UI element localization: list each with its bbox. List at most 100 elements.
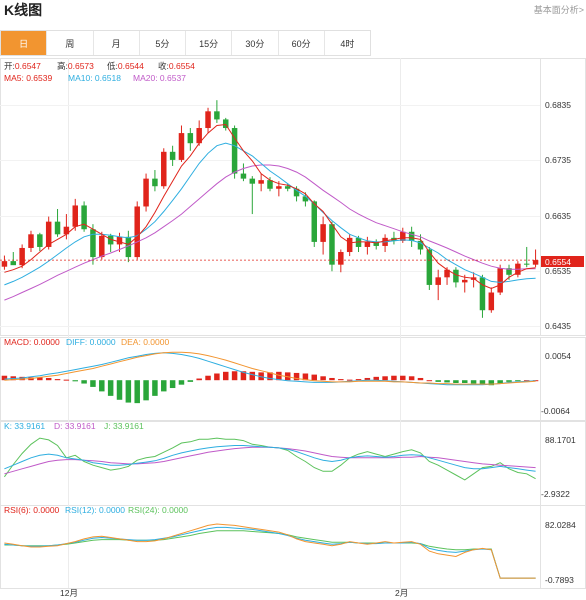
candle-body (152, 178, 158, 187)
candle-body (329, 224, 335, 265)
macd-bar (196, 378, 202, 381)
price-panel (0, 100, 540, 318)
macd-bar (222, 371, 229, 381)
macd-bar (125, 380, 132, 403)
macd-bar (346, 379, 353, 381)
macd-bar (506, 380, 512, 382)
legend-d: D: 33.9161 (54, 421, 96, 431)
macd-bar (1, 375, 8, 381)
macd-panel (1, 351, 539, 404)
candle-body (116, 236, 123, 245)
candle-body (258, 180, 264, 184)
candle-body (488, 292, 495, 311)
candle-body (214, 111, 220, 120)
panel-frame (0, 58, 586, 336)
legend-dea: DEA: 0.0000 (121, 337, 169, 347)
macd-bar (462, 380, 468, 383)
candle-body (19, 247, 25, 266)
macd-bar (116, 380, 123, 400)
legend-ma20: MA20: 0.6537 (133, 73, 186, 83)
legend-ma5: MA5: 0.6539 (4, 73, 52, 83)
macd-bar (426, 380, 433, 382)
macd-bar (417, 377, 424, 381)
legend-close: 收:0.6554 (158, 61, 195, 71)
macd-bar (320, 376, 326, 381)
candle-body (161, 151, 167, 187)
panel-frame (0, 505, 586, 589)
macd-bar (391, 375, 397, 381)
macd-tick: 0.0054 (545, 351, 571, 361)
candle-body (284, 186, 291, 189)
candle-body (462, 279, 468, 283)
macd-bar (231, 371, 238, 381)
kline-chart[interactable]: 开:0.6547 高:0.6573 低:0.6544 收:0.6554 MA5:… (0, 0, 586, 600)
macd-bar (214, 373, 220, 381)
legend-macd: MACD: 0.0000 (4, 337, 60, 347)
price-tick: 0.6735 (545, 155, 571, 165)
kdj-tick: -2.9322 (541, 489, 570, 499)
legend-rsi24: RSI(24): 0.0000 (128, 505, 188, 515)
panel-frame (0, 337, 586, 421)
legend-k: K: 33.9161 (4, 421, 45, 431)
candle-body (523, 263, 530, 265)
rsi-tick: 82.0284 (545, 520, 576, 530)
candle-body (178, 133, 185, 160)
legend-diff: DIFF: 0.0000 (66, 337, 116, 347)
legend-ma10: MA10: 0.6518 (68, 73, 121, 83)
candle-body (28, 234, 34, 248)
macd-bar (169, 380, 176, 389)
kdj-tick: 88.1701 (545, 435, 576, 445)
candle-body (90, 229, 96, 258)
candle-body (364, 241, 371, 247)
macd-bar (515, 380, 521, 382)
candle-body (435, 277, 441, 285)
candle-body (497, 268, 503, 293)
candle-body (1, 261, 8, 267)
candle-body (408, 231, 415, 241)
macd-bar (470, 380, 477, 384)
candle-body (240, 173, 247, 179)
legend-rsi6: RSI(6): 0.0000 (4, 505, 60, 515)
legend-high: 高:0.6573 (57, 61, 94, 71)
macd-bar (107, 380, 114, 396)
legend-low: 低:0.6544 (107, 61, 144, 71)
kdj-panel (3, 437, 536, 481)
legend-rsi12: RSI(12): 0.0000 (65, 505, 125, 515)
candle-body (187, 133, 194, 144)
price-tick: 0.6535 (545, 266, 571, 276)
macd-bar (453, 380, 459, 383)
macd-bar (444, 380, 450, 383)
candle-body (311, 201, 318, 242)
macd-bar (63, 379, 70, 381)
candle-body (453, 269, 459, 283)
macd-bar (355, 379, 362, 381)
price-tick: 0.6435 (545, 321, 571, 331)
candle-body (205, 111, 211, 129)
kdj-k-line (4, 445, 536, 472)
macd-bar (161, 380, 167, 392)
macd-bar (435, 380, 441, 382)
candle-body (249, 178, 256, 184)
candle-body (302, 196, 309, 202)
kdj-j-line (3, 437, 536, 481)
candle-body (346, 237, 353, 253)
macd-bar (338, 379, 344, 381)
macd-bar (72, 380, 78, 382)
macd-bar (134, 380, 140, 404)
macd-bar (205, 375, 211, 381)
macd-bar (54, 379, 61, 381)
macd-bar (373, 376, 379, 381)
macd-bar (45, 377, 52, 381)
macd-bar (99, 380, 105, 392)
candle-body (99, 235, 105, 258)
candle-body (134, 206, 140, 258)
macd-bar (152, 380, 158, 396)
macd-bar (311, 374, 318, 381)
macd-bar (400, 375, 406, 381)
candle-body (479, 277, 486, 311)
price-tick: 0.6635 (545, 211, 571, 221)
rsi24-line (4, 530, 536, 579)
macd-bar (408, 376, 415, 381)
rsi12-line (4, 526, 536, 579)
macd-bar (249, 371, 256, 381)
